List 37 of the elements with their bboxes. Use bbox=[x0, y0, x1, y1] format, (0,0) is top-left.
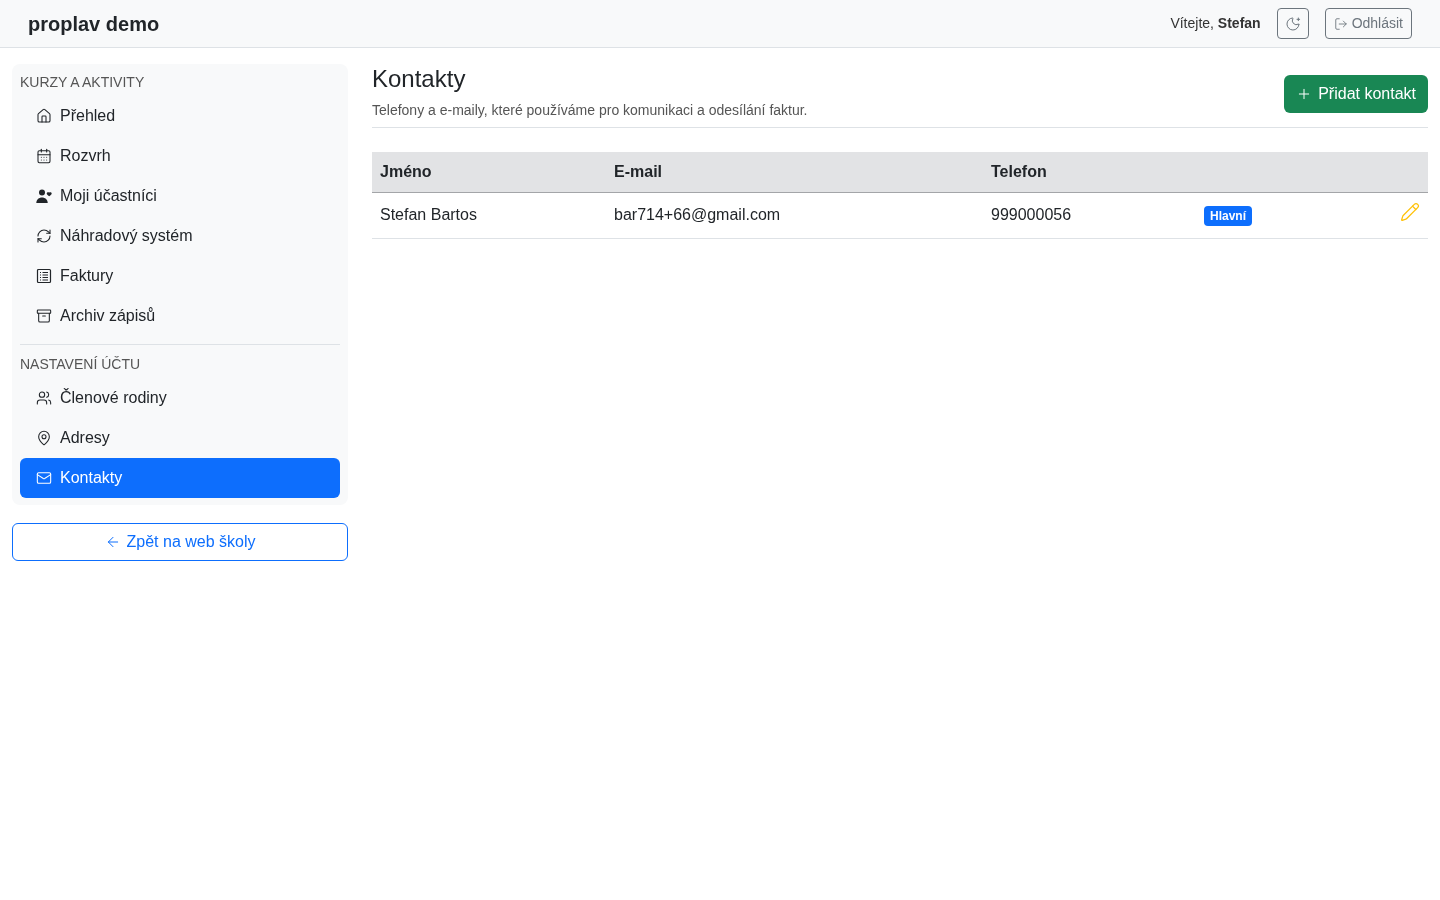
calendar-icon bbox=[36, 148, 52, 164]
column-header: Jméno bbox=[380, 162, 432, 180]
map-pin-icon bbox=[36, 430, 52, 446]
column-header: Telefon bbox=[991, 162, 1047, 180]
status-badge: Hlavní bbox=[1204, 206, 1252, 226]
theme-toggle-button[interactable] bbox=[1276, 8, 1309, 39]
nav-item[interactable]: Faktury bbox=[20, 256, 340, 296]
back-button[interactable]: Zpět na web školy bbox=[12, 523, 348, 561]
circular-arrows-icon bbox=[36, 228, 52, 244]
add-contact-button[interactable]: Přidat kontakt bbox=[1284, 74, 1428, 113]
pencil-icon bbox=[1400, 201, 1420, 222]
list-document-icon bbox=[36, 268, 52, 284]
logout-button[interactable]: Odhlásit bbox=[1324, 8, 1412, 39]
page-description: Telefony a e-maily, které používáme pro komunikaci a odesílání faktur. bbox=[372, 101, 808, 119]
house-icon bbox=[36, 108, 52, 124]
nav-item[interactable]: Náhradový systém bbox=[20, 216, 340, 256]
archive-box-icon bbox=[36, 308, 52, 324]
nav-item[interactable]: Kontakty bbox=[20, 458, 340, 498]
table-cell: Stefan Bartos bbox=[380, 206, 477, 223]
table-cell: bar714+66@gmail.com bbox=[614, 206, 781, 223]
people-icon bbox=[36, 390, 52, 406]
table-cell: 999000056 bbox=[991, 206, 1072, 223]
nav-item[interactable]: Adresy bbox=[20, 418, 340, 458]
section-heading: NASTAVENÍ ÚČTU bbox=[20, 356, 142, 372]
nav-item[interactable]: Rozvrh bbox=[20, 136, 340, 176]
nav-item[interactable]: Moji účastníci bbox=[20, 176, 340, 216]
nav-item[interactable]: Členové rodiny bbox=[20, 378, 340, 418]
moon-stars-icon bbox=[1284, 15, 1301, 32]
column-header: E-mail bbox=[614, 162, 662, 180]
nav-item[interactable]: Přehled bbox=[20, 96, 340, 136]
greeting-text: Vítejte, Stefan bbox=[1170, 14, 1261, 33]
envelope-icon bbox=[36, 470, 52, 486]
section-heading: KURZY A AKTIVITY bbox=[20, 74, 146, 90]
page-title: Kontakty bbox=[372, 64, 467, 93]
brand-name[interactable]: proplav demo bbox=[28, 8, 160, 39]
nav-item[interactable]: Archiv zápisů bbox=[20, 296, 340, 336]
person-heart-icon bbox=[36, 189, 52, 203]
